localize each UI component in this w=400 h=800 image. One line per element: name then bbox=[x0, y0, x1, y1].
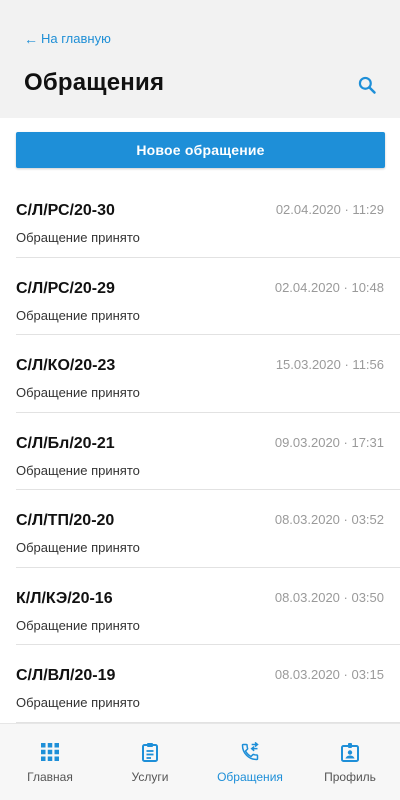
phone-transfer-icon bbox=[241, 742, 259, 761]
search-icon bbox=[358, 76, 376, 94]
request-code: С/Л/ТП/20-20 bbox=[16, 512, 115, 529]
list-item[interactable]: С/Л/РС/20-29 02.04.2020 · 10:48 Обращени… bbox=[16, 258, 400, 335]
nav-item-requests[interactable]: Обращения bbox=[200, 724, 300, 800]
request-date: 09.03.2020 · 17:31 bbox=[274, 434, 384, 450]
app-header: ← На главную Обращения bbox=[0, 0, 400, 118]
list-item[interactable]: С/Л/РС/20-30 02.04.2020 · 11:29 Обращени… bbox=[16, 180, 400, 258]
request-status: Обращение принято bbox=[16, 540, 140, 555]
request-code: С/Л/Бл/20-21 bbox=[16, 434, 115, 452]
request-date: 08.03.2020 · 03:52 bbox=[274, 512, 384, 527]
list-item[interactable]: К/Л/КЭ/20-16 08.03.2020 · 03:50 Обращени… bbox=[16, 568, 400, 645]
badge-icon bbox=[341, 743, 359, 762]
search-button[interactable] bbox=[354, 72, 380, 98]
request-status: Обращение принято bbox=[16, 385, 140, 400]
request-code: С/Л/РС/20-30 bbox=[16, 202, 115, 219]
request-code: С/Л/КО/20-23 bbox=[16, 357, 116, 374]
nav-item-profile[interactable]: Профиль bbox=[300, 724, 400, 800]
bottom-navigation: Главная Услуги Обращения Профиль bbox=[0, 723, 400, 800]
nav-label: Обращения bbox=[217, 770, 283, 784]
back-link-label: На главную bbox=[41, 31, 111, 46]
arrow-left-icon: ← bbox=[24, 30, 38, 47]
nav-item-home[interactable]: Главная bbox=[0, 724, 100, 800]
request-date: 15.03.2020 · 11:56 bbox=[275, 357, 384, 372]
page-title: Обращения bbox=[24, 69, 165, 96]
request-status: Обращение принято bbox=[16, 462, 140, 478]
nav-item-services[interactable]: Услуги bbox=[100, 724, 200, 800]
list-item[interactable]: С/Л/Бл/20-21 09.03.2020 · 17:31 Обращени… bbox=[16, 413, 400, 490]
request-status: Обращение принято bbox=[16, 307, 140, 323]
request-code: К/Л/КЭ/20-16 bbox=[16, 589, 113, 607]
request-date: 08.03.2020 · 03:15 bbox=[274, 667, 384, 682]
request-status: Обращение принято bbox=[16, 695, 140, 710]
grid-icon bbox=[41, 743, 59, 761]
request-date: 02.04.2020 · 11:29 bbox=[275, 202, 384, 217]
requests-list: С/Л/РС/20-30 02.04.2020 · 11:29 Обращени… bbox=[0, 180, 400, 723]
nav-label: Главная bbox=[27, 770, 73, 784]
request-code: С/Л/ВЛ/20-19 bbox=[16, 667, 116, 684]
request-date: 02.04.2020 · 10:48 bbox=[274, 279, 384, 295]
nav-label: Услуги bbox=[131, 770, 169, 784]
request-status: Обращение принято bbox=[16, 230, 140, 245]
back-to-home-link[interactable]: ← На главную bbox=[24, 31, 111, 46]
list-item[interactable]: С/Л/ТП/20-20 08.03.2020 · 03:52 Обращени… bbox=[16, 490, 400, 568]
list-item[interactable]: С/Л/КО/20-23 15.03.2020 · 11:56 Обращени… bbox=[16, 335, 400, 413]
new-request-button[interactable]: Новое обращение bbox=[16, 132, 385, 168]
clipboard-icon bbox=[142, 743, 158, 762]
request-date: 08.03.2020 · 03:50 bbox=[274, 589, 384, 605]
request-status: Обращение принято bbox=[16, 617, 140, 633]
request-code: С/Л/РС/20-29 bbox=[16, 279, 115, 297]
nav-label: Профиль bbox=[324, 770, 376, 784]
list-item[interactable]: С/Л/ВЛ/20-19 08.03.2020 · 03:15 Обращени… bbox=[16, 645, 400, 723]
